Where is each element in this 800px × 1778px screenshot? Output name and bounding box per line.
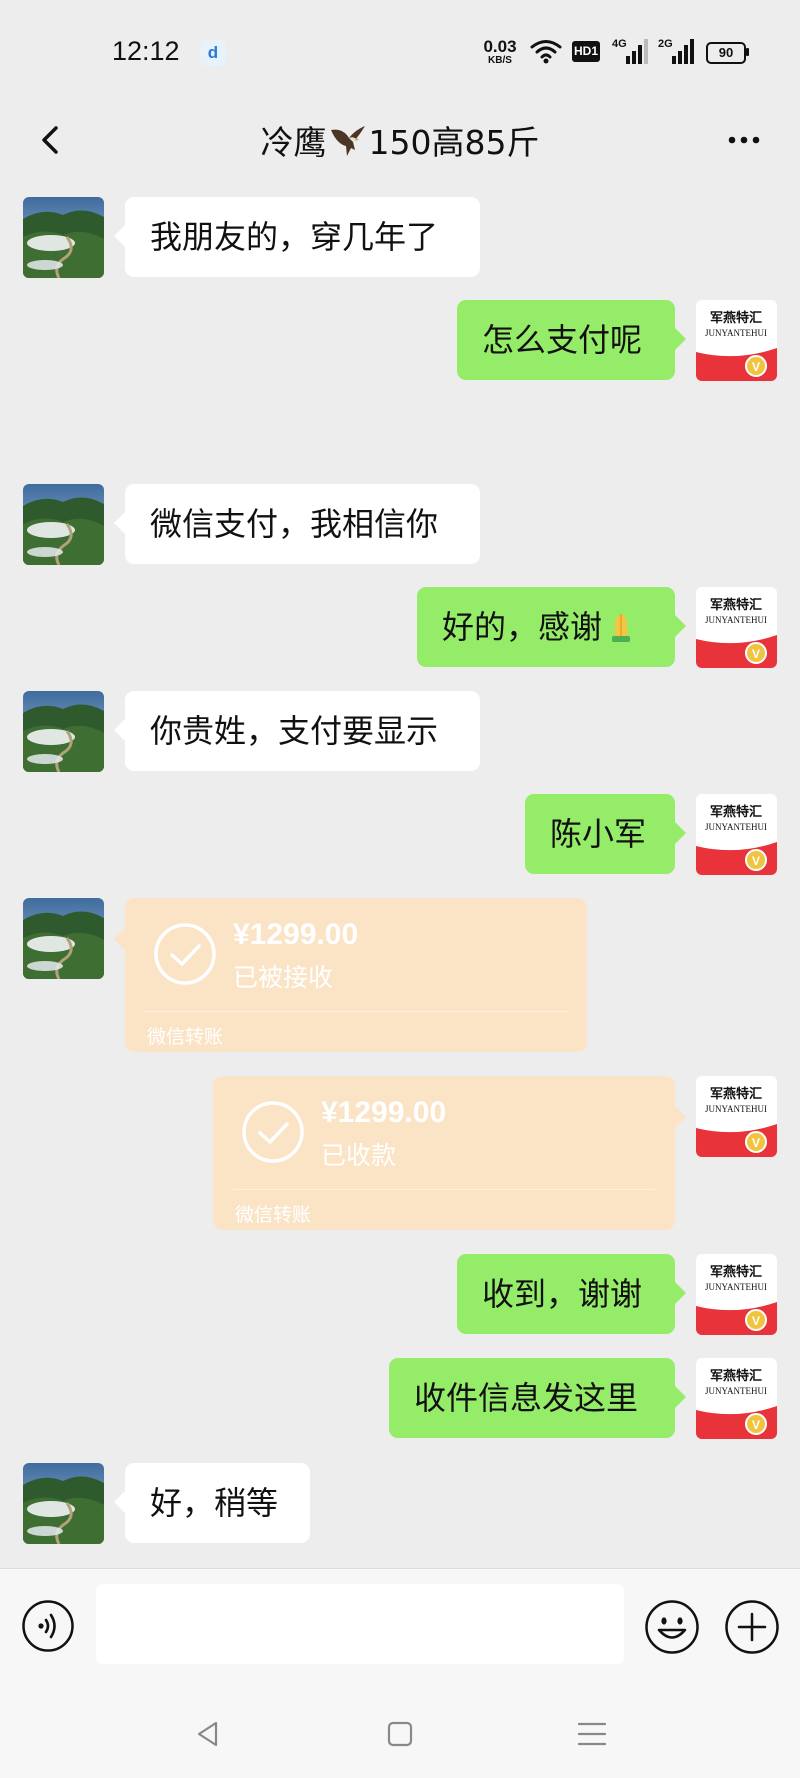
wifi-icon <box>530 40 562 64</box>
verified-badge-icon: V <box>752 854 760 868</box>
transfer-card-received[interactable]: ¥1299.00 已被接收 微信转账 <box>114 898 587 1052</box>
brand-logo-subtext: JUNYANTEHUI <box>705 1386 767 1396</box>
network-speed-value: 0.03 <box>483 37 517 56</box>
more-options-icon[interactable] <box>716 112 772 168</box>
my-avatar[interactable]: 军燕特汇 JUNYANTEHUI V <box>696 794 777 875</box>
transfer-label: 微信转账 <box>235 1205 312 1226</box>
my-avatar[interactable]: 军燕特汇 JUNYANTEHUI V <box>696 300 777 381</box>
verified-badge-icon: V <box>752 360 760 374</box>
nav-home-icon[interactable] <box>380 1714 420 1754</box>
transfer-label: 微信转账 <box>147 1027 224 1048</box>
divider <box>233 1189 655 1190</box>
message-input[interactable] <box>96 1584 624 1664</box>
message-bubble-outgoing[interactable]: 收到，谢谢 <box>457 1254 686 1334</box>
my-avatar[interactable]: 军燕特汇 JUNYANTEHUI V <box>696 1254 777 1335</box>
transfer-amount: ¥1299.00 <box>233 918 359 951</box>
transfer-status: 已收款 <box>321 1142 397 1170</box>
back-icon[interactable] <box>22 112 78 168</box>
plus-icon[interactable] <box>724 1599 780 1655</box>
message-bubble-incoming[interactable]: 我朋友的，穿几年了 <box>114 197 480 277</box>
nav-menu-icon[interactable] <box>572 1714 612 1754</box>
verified-badge-icon: V <box>752 647 760 661</box>
transfer-status: 已被接收 <box>233 964 334 992</box>
my-avatar[interactable]: 军燕特汇 JUNYANTEHUI V <box>696 1358 777 1439</box>
message-bubble-incoming[interactable]: 微信支付，我相信你 <box>114 484 480 564</box>
folded-hands-icon <box>612 614 631 642</box>
brand-logo-text: 军燕特汇 <box>710 1264 762 1280</box>
brand-logo-text: 军燕特汇 <box>710 597 762 613</box>
message-bubble-outgoing[interactable]: 收件信息发这里 <box>389 1358 686 1438</box>
brand-logo-text: 军燕特汇 <box>710 804 762 820</box>
divider <box>145 1011 567 1012</box>
voice-icon[interactable] <box>21 1599 75 1653</box>
system-navigation-bar <box>0 1692 800 1778</box>
message-bubble-incoming[interactable]: 你贵姓，支付要显示 <box>114 691 480 771</box>
friend-avatar[interactable] <box>23 691 104 772</box>
message-bubble-outgoing[interactable]: 陈小军 <box>525 794 686 874</box>
battery-icon <box>746 48 749 56</box>
network-speed-unit: KB/S <box>488 55 512 66</box>
brand-logo-text: 军燕特汇 <box>710 1086 762 1102</box>
message-input-bar <box>0 1568 800 1693</box>
my-avatar[interactable]: 军燕特汇 JUNYANTEHUI V <box>696 1076 777 1157</box>
message-bubble-incoming[interactable]: 好，稍等 <box>114 1463 310 1543</box>
friend-avatar[interactable] <box>23 898 104 979</box>
verified-badge-icon: V <box>752 1136 760 1150</box>
brand-logo-text: 军燕特汇 <box>710 1368 762 1384</box>
message-text: 好的，感谢 <box>442 608 603 646</box>
friend-avatar[interactable] <box>23 197 104 278</box>
hd-voice-icon: HD1 <box>572 41 600 62</box>
status-time: 12:12 <box>112 36 180 66</box>
verified-badge-icon: V <box>752 1314 760 1328</box>
checkmark-circle-icon <box>242 1101 304 1163</box>
app-notification-icon: d <box>200 40 226 66</box>
eagle-icon <box>330 126 365 156</box>
status-bar: 12:12 d 0.03 KB/S HD1 4G 2G 90 <box>0 0 800 100</box>
chat-title-info: 150高85斤 <box>368 123 540 162</box>
message-bubble-outgoing[interactable]: 怎么支付呢 <box>457 300 686 380</box>
friend-avatar[interactable] <box>23 1463 104 1544</box>
verified-badge-icon: V <box>752 1418 760 1432</box>
chat-message-list[interactable]: 我朋友的，穿几年了 军燕特汇 JUNYANTEHUI V 怎么支付呢 微信支付，我相… <box>0 180 800 1568</box>
network-speed: 0.03 KB/S <box>480 38 520 66</box>
transfer-amount: ¥1299.00 <box>321 1096 447 1129</box>
message-bubble-outgoing[interactable]: 好的，感谢 <box>417 587 686 667</box>
my-avatar[interactable]: 军燕特汇 JUNYANTEHUI V <box>696 587 777 668</box>
chat-title-name: 冷鹰 <box>260 123 327 162</box>
brand-logo-text: 军燕特汇 <box>710 310 762 326</box>
brand-logo-subtext: JUNYANTEHUI <box>705 1282 767 1292</box>
transfer-card-collected[interactable]: ¥1299.00 已收款 微信转账 <box>213 1076 686 1230</box>
chat-title: 冷鹰 150高85斤 <box>160 116 640 164</box>
chat-header: 冷鹰 150高85斤 <box>0 100 800 180</box>
checkmark-circle-icon <box>154 923 216 985</box>
emoji-icon[interactable] <box>644 1599 700 1655</box>
brand-logo-subtext: JUNYANTEHUI <box>705 328 767 338</box>
brand-logo-subtext: JUNYANTEHUI <box>705 615 767 625</box>
battery-level: 90 <box>706 42 746 64</box>
brand-logo-subtext: JUNYANTEHUI <box>705 1104 767 1114</box>
nav-back-icon[interactable] <box>188 1714 228 1754</box>
friend-avatar[interactable] <box>23 484 104 565</box>
brand-logo-subtext: JUNYANTEHUI <box>705 822 767 832</box>
